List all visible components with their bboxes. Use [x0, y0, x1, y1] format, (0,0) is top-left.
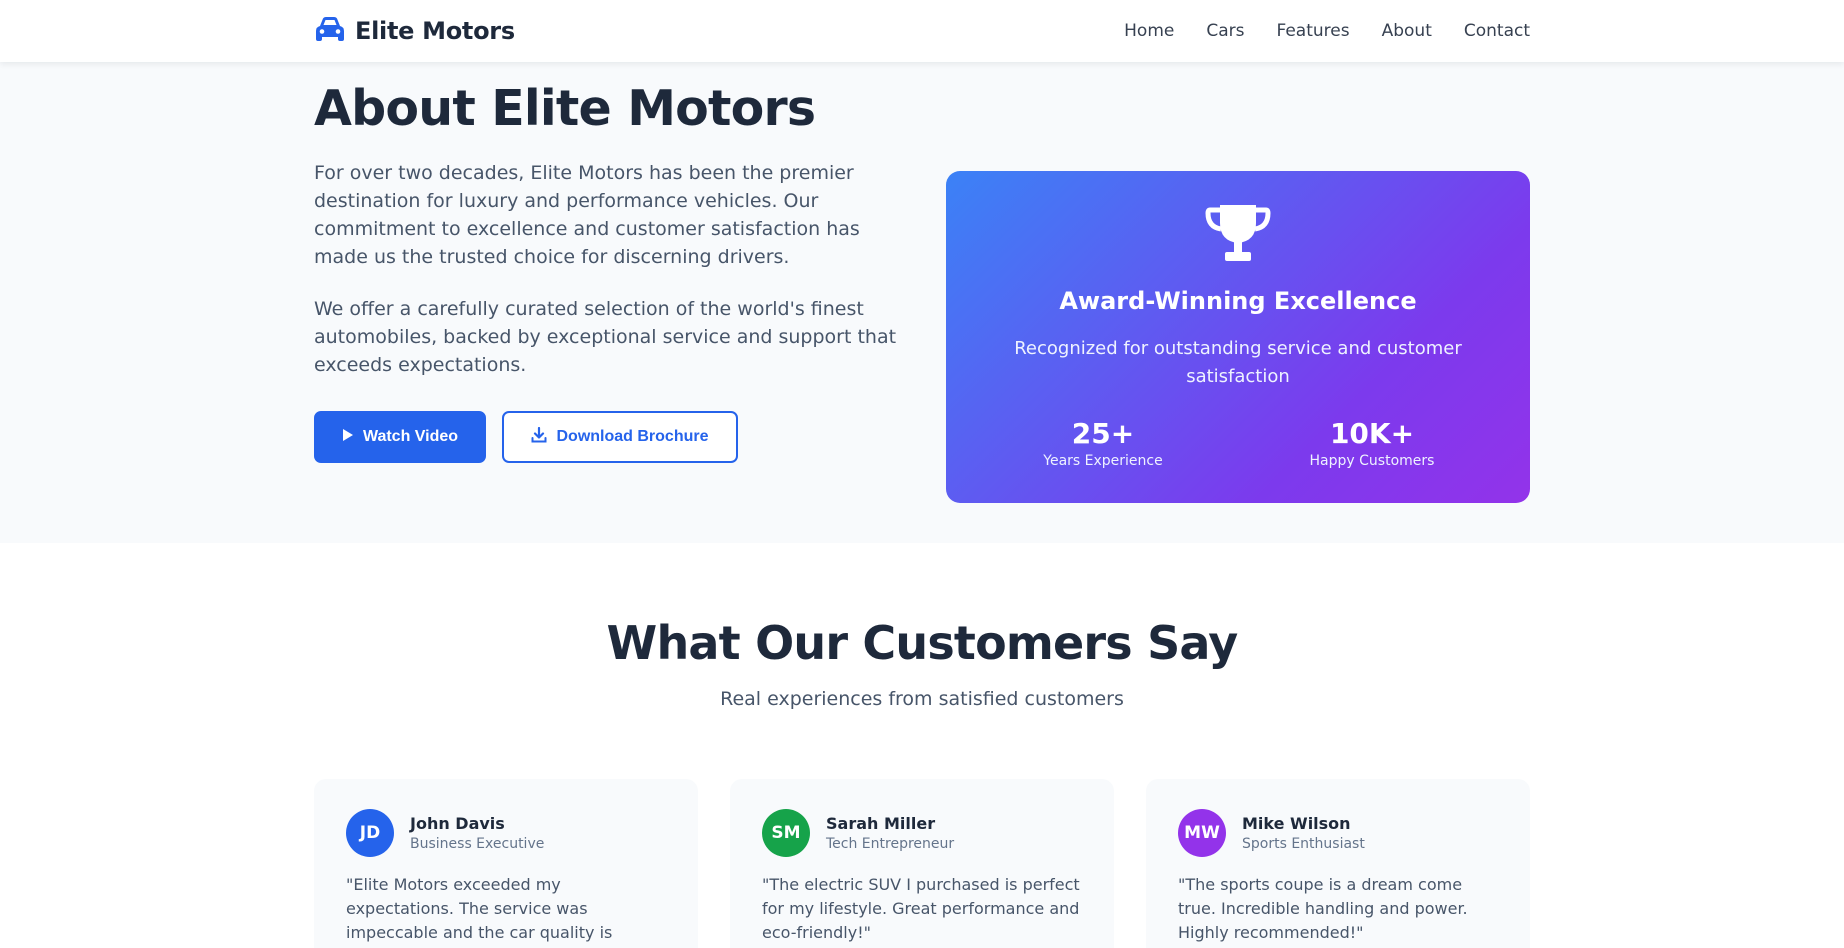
nav-link-cars[interactable]: Cars: [1206, 21, 1244, 41]
nav-link-features[interactable]: Features: [1276, 21, 1349, 41]
about-paragraph-1: For over two decades, Elite Motors has b…: [314, 162, 860, 268]
testimonials-title: What Our Customers Say: [606, 616, 1239, 670]
avatar: JD: [346, 809, 394, 857]
watch-video-label: Watch Video: [362, 428, 459, 445]
avatar: MW: [1178, 809, 1226, 857]
nav-link-contact[interactable]: Contact: [1464, 21, 1530, 41]
stat-label: Years Experience: [1043, 453, 1163, 469]
stat-happy-customers: 10K+ Happy Customers: [1272, 417, 1472, 469]
testimonial-quote: "Elite Motors exceeded my expectations. …: [346, 875, 613, 948]
stat-years-experience: 25+ Years Experience: [1003, 417, 1203, 469]
testimonial-quote: "The sports coupe is a dream come true. …: [1178, 875, 1468, 942]
download-brochure-button[interactable]: Download Brochure: [502, 411, 738, 463]
main-nav: Home Cars Features About Contact: [1124, 21, 1530, 41]
person-info: Mike Wilson Sports Enthusiast: [1242, 814, 1365, 852]
person-info: Sarah Miller Tech Entrepreneur: [826, 814, 954, 852]
testimonial-header: MW Mike Wilson Sports Enthusiast: [1178, 809, 1498, 857]
award-title: Award-Winning Excellence: [1059, 287, 1417, 315]
testimonial-card: MW Mike Wilson Sports Enthusiast "The sp…: [1146, 779, 1530, 948]
testimonial-header: JD John Davis Business Executive: [346, 809, 666, 857]
person-info: John Davis Business Executive: [410, 814, 544, 852]
person-name: Mike Wilson: [1242, 814, 1351, 833]
testimonial-cards: JD John Davis Business Executive "Elite …: [314, 779, 1530, 948]
about-title: About Elite Motors: [314, 80, 816, 137]
testimonials-subtitle: Real experiences from satisfied customer…: [720, 688, 1124, 710]
nav-link-home[interactable]: Home: [1124, 21, 1174, 41]
about-section: About Elite Motors For over two decades,…: [0, 62, 1844, 543]
about-actions: Watch Video Download Brochure: [314, 411, 738, 463]
testimonial-card: SM Sarah Miller Tech Entrepreneur "The e…: [730, 779, 1114, 948]
brand-logo[interactable]: Elite Motors: [314, 15, 515, 47]
person-name: John Davis: [410, 814, 505, 833]
testimonial-card: JD John Davis Business Executive "Elite …: [314, 779, 698, 948]
stat-value: 10K+: [1329, 417, 1415, 450]
avatar: SM: [762, 809, 810, 857]
person-role: Business Executive: [410, 836, 545, 852]
person-role: Sports Enthusiast: [1242, 836, 1365, 852]
person-name: Sarah Miller: [826, 814, 936, 833]
play-icon: [342, 428, 354, 447]
testimonials-section: What Our Customers Say Real experiences …: [0, 543, 1844, 948]
navbar-inner: Elite Motors Home Cars Features About Co…: [314, 0, 1530, 62]
person-role: Tech Entrepreneur: [826, 836, 955, 852]
about-paragraph-2: We offer a carefully curated selection o…: [314, 298, 897, 376]
trophy-icon: [1202, 201, 1274, 269]
download-icon: [531, 426, 547, 448]
watch-video-button[interactable]: Watch Video: [314, 411, 486, 463]
award-description: Recognized for outstanding service and c…: [1014, 338, 1462, 387]
car-icon: [314, 15, 346, 47]
stat-value: 25+: [1071, 417, 1135, 450]
navbar: Elite Motors Home Cars Features About Co…: [0, 0, 1844, 62]
testimonial-quote: "The electric SUV I purchased is perfect…: [762, 875, 1080, 942]
testimonial-header: SM Sarah Miller Tech Entrepreneur: [762, 809, 1082, 857]
brand-name: Elite Motors: [355, 17, 515, 45]
stat-label: Happy Customers: [1309, 453, 1435, 469]
download-brochure-label: Download Brochure: [556, 428, 709, 445]
nav-link-about[interactable]: About: [1382, 21, 1432, 41]
award-card: Award-Winning Excellence Recognized for …: [946, 171, 1530, 503]
